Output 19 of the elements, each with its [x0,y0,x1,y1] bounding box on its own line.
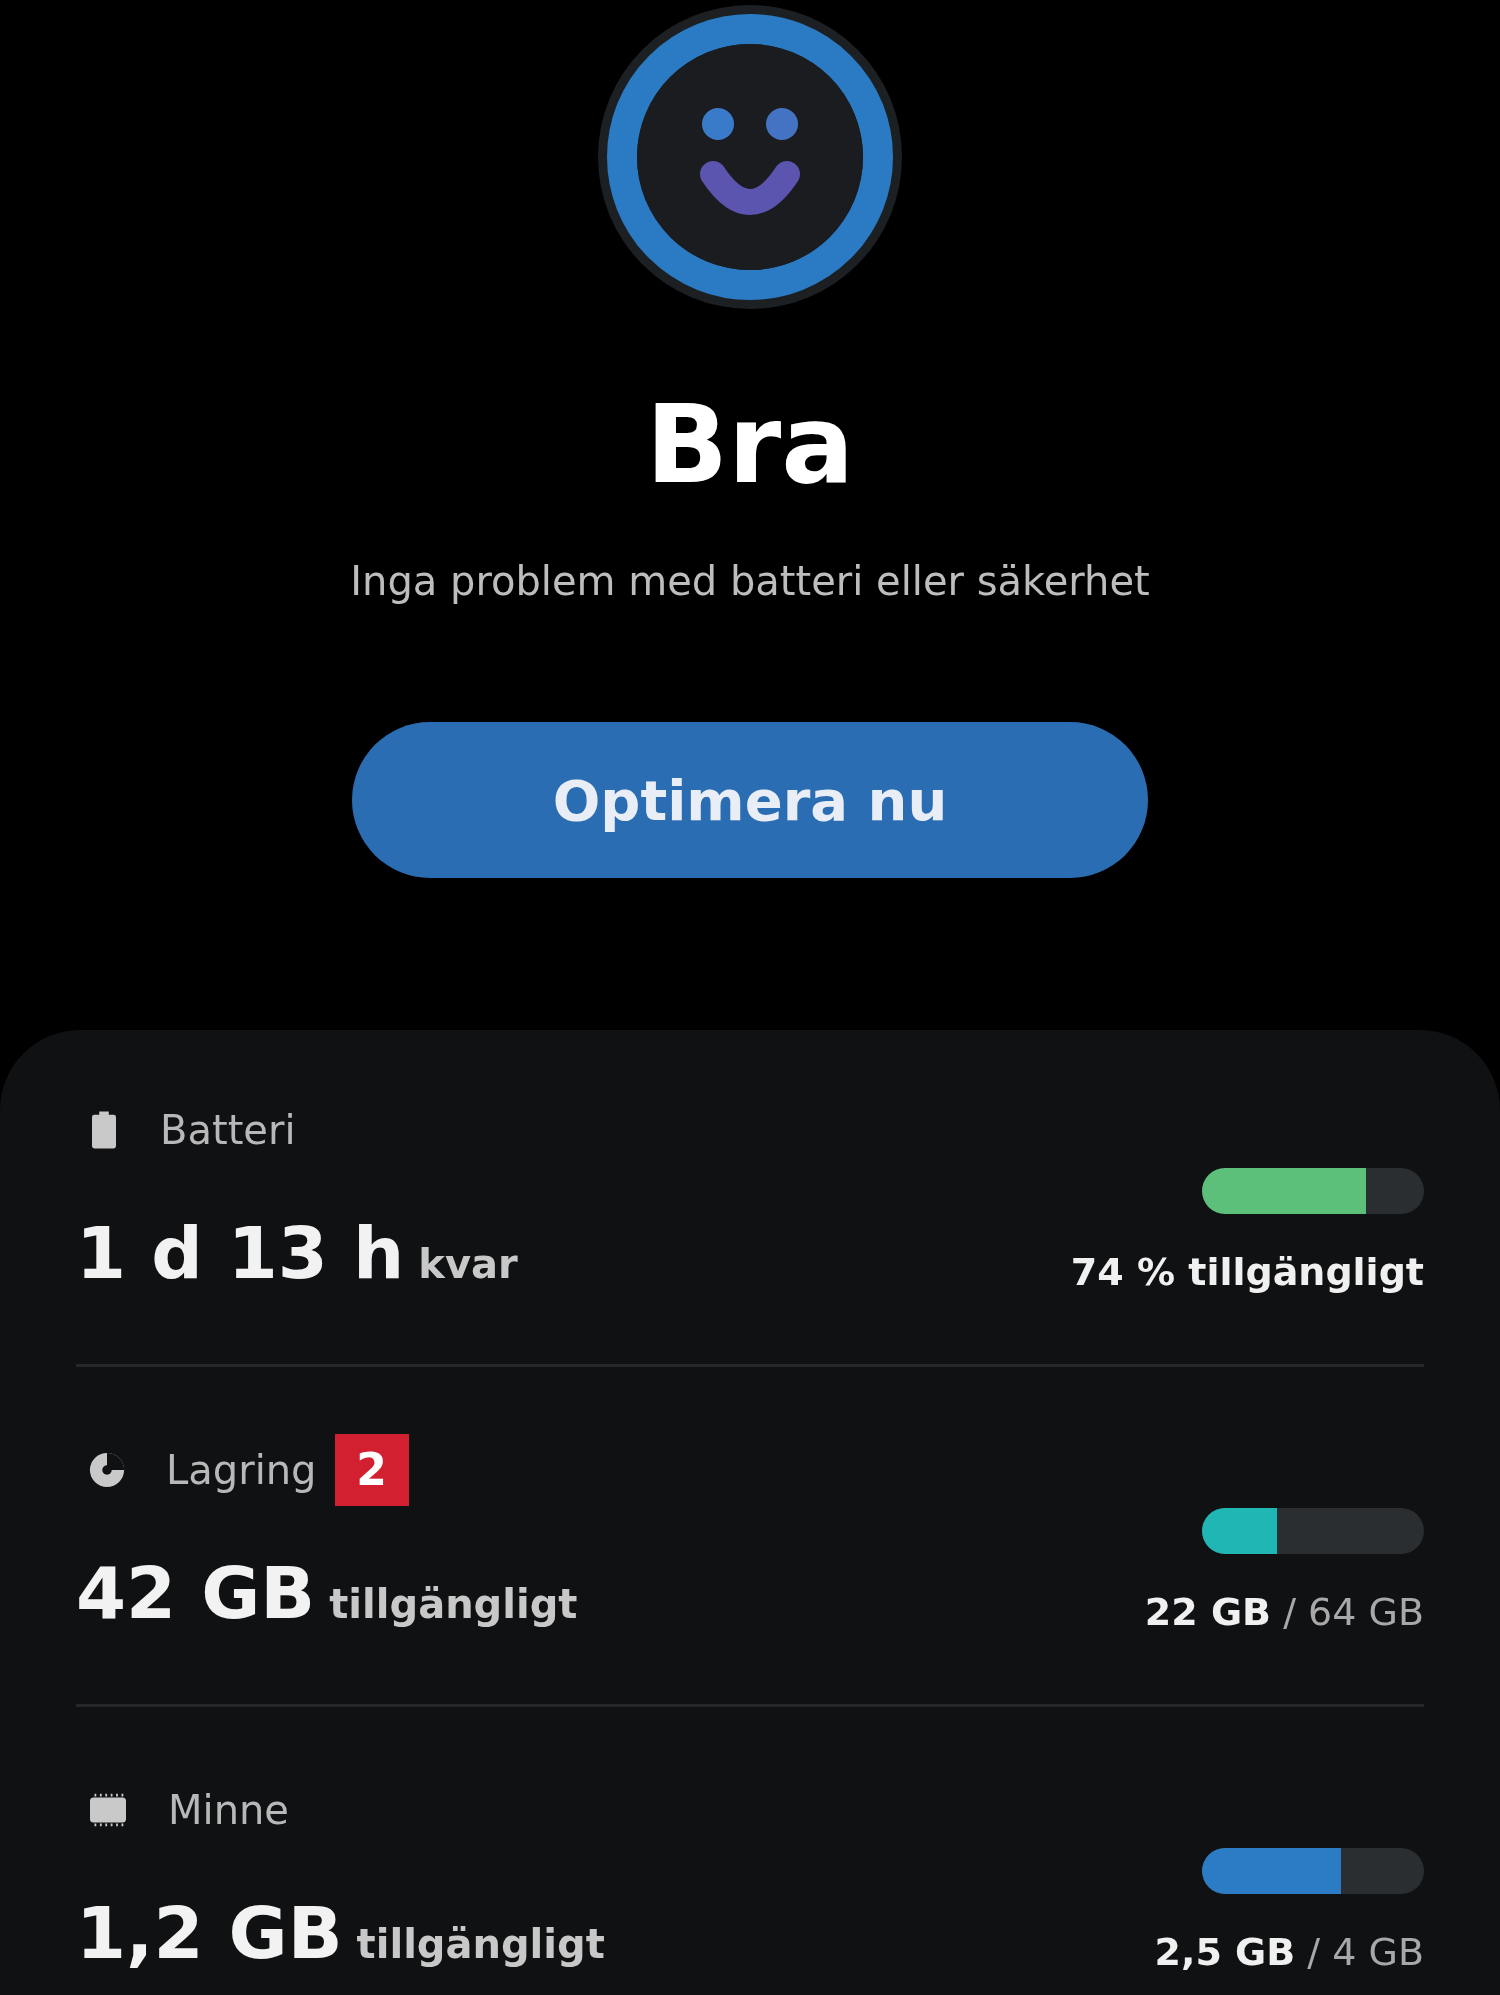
item-label: Batteri [160,1106,296,1155]
notification-badge: 2 [334,1434,409,1506]
item-unit: kvar [418,1241,518,1287]
pie-chart-icon [88,1451,126,1489]
usage-reading: 2,5 GB / 4 GB [1154,1929,1424,1976]
item-unit: tillgängligt [329,1581,578,1627]
item-label: Lagring [166,1446,317,1495]
item-label: Minne [168,1786,289,1835]
smiley-icon [595,2,905,312]
item-value: 1,2 GB [76,1890,343,1977]
item-value: 1 d 13 h [76,1210,405,1297]
status-subtitle: Inga problem med batteri eller säkerhet [350,557,1150,606]
optimize-button[interactable]: Optimera nu [352,722,1148,878]
memory-chip-icon [88,1792,128,1828]
item-unit: tillgängligt [356,1921,605,1967]
status-title: Bra [645,381,855,509]
usage-reading: 74 % tillgängligt [1070,1249,1424,1296]
usage-reading: 22 GB / 64 GB [1144,1589,1424,1636]
item-value: 42 GB [76,1550,316,1637]
